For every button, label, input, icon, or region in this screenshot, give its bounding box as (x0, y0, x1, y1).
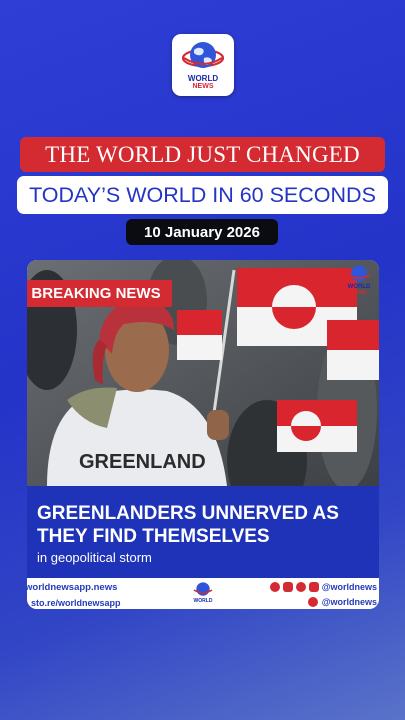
website-link[interactable]: worldnewsapp.news (27, 582, 117, 593)
social-row-1: @worldnews (269, 582, 377, 592)
social-row-2: @worldnews (307, 597, 377, 607)
subtitle-banner: TODAY’S WORLD IN 60 SECONDS (17, 176, 388, 214)
card-footer: worldnewsapp.news sto.re/worldnewsapp WO… (27, 578, 379, 609)
twitter-icon[interactable] (307, 597, 318, 607)
youtube-icon[interactable] (282, 582, 293, 592)
shirt-text: GREENLAND (79, 451, 206, 473)
store-link[interactable]: sto.re/worldnewsapp (31, 598, 121, 608)
globe-icon (193, 582, 213, 596)
app-logo: WORLD NEWS (172, 34, 234, 96)
pinterest-icon[interactable] (269, 582, 280, 592)
logo-text-news: NEWS (192, 83, 214, 90)
logo-text-world: WORLD (187, 74, 219, 83)
globe-icon (347, 265, 371, 282)
headline-box: GREENLANDERS UNNERVED AS THEY FIND THEMS… (27, 486, 379, 578)
date-label: 10 January 2026 (126, 219, 278, 245)
footer-logo-text: WORLD (193, 598, 213, 604)
instagram-icon[interactable] (308, 582, 319, 592)
news-card[interactable]: GREENLAND BREAKING NEWS WORLD NEWS GREEN… (27, 260, 379, 609)
headline-banner: THE WORLD JUST CHANGED (20, 137, 385, 172)
news-headline: GREENLANDERS UNNERVED AS THEY FIND THEMS… (37, 503, 339, 547)
card-logo: WORLD NEWS (345, 264, 373, 298)
flag-3 (327, 320, 379, 380)
snapchat-icon[interactable] (295, 582, 306, 592)
card-logo-sub: NEWS (351, 290, 367, 296)
footer-logo: WORLD (191, 581, 215, 607)
flag-2 (277, 400, 357, 452)
social-handle-2[interactable]: @worldnews (322, 597, 377, 607)
social-handle[interactable]: @worldnews (322, 582, 377, 592)
news-subhead: in geopolitical storm (37, 550, 152, 565)
breaking-news-badge: BREAKING NEWS (27, 280, 172, 307)
flag-4 (177, 310, 222, 360)
globe-icon (182, 42, 224, 68)
